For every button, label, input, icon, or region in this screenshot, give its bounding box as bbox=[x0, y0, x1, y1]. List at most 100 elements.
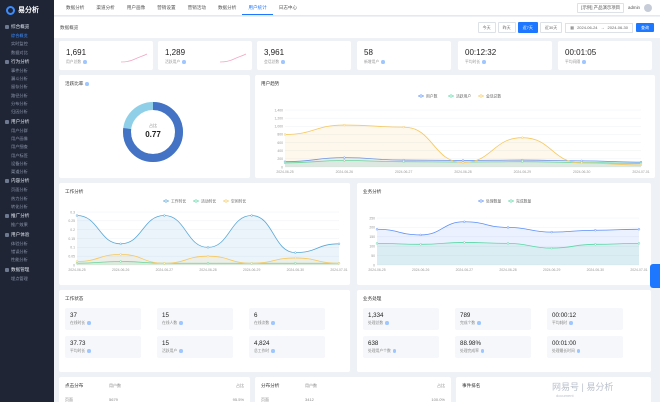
data-point[interactable] bbox=[294, 256, 297, 260]
data-point[interactable] bbox=[250, 262, 253, 265]
help-icon[interactable] bbox=[582, 60, 586, 64]
help-icon[interactable] bbox=[482, 60, 486, 64]
legend-item[interactable]: 完成数量 bbox=[508, 198, 531, 203]
data-point[interactable] bbox=[337, 262, 341, 265]
sidebar-item[interactable]: 错误分析 bbox=[0, 248, 54, 256]
data-point[interactable] bbox=[463, 241, 466, 244]
data-point[interactable] bbox=[402, 125, 405, 129]
sidebar-item[interactable]: 数据对比 bbox=[0, 49, 54, 57]
data-point[interactable] bbox=[521, 136, 524, 139]
data-point[interactable] bbox=[119, 242, 122, 245]
project-select[interactable]: [示例] 产品演示项目 bbox=[577, 2, 625, 13]
legend-item[interactable]: 用户数 bbox=[418, 93, 438, 98]
data-point[interactable] bbox=[594, 243, 597, 246]
query-button[interactable]: 查询 bbox=[636, 23, 654, 32]
data-point[interactable] bbox=[580, 161, 583, 165]
top-tab[interactable]: 营销活动 bbox=[182, 0, 212, 15]
data-point[interactable] bbox=[250, 214, 253, 217]
sidebar-item[interactable]: 事件分析 bbox=[0, 67, 54, 75]
help-icon[interactable] bbox=[87, 321, 91, 325]
range-chip[interactable]: 近30天 bbox=[539, 22, 563, 33]
data-point[interactable] bbox=[463, 220, 466, 223]
data-point[interactable] bbox=[119, 253, 122, 256]
help-icon[interactable] bbox=[271, 321, 275, 325]
data-point[interactable] bbox=[163, 214, 166, 217]
data-point[interactable] bbox=[206, 255, 210, 258]
sidebar-item[interactable]: 体验分析 bbox=[0, 240, 54, 248]
help-icon[interactable] bbox=[179, 321, 183, 325]
legend-item[interactable]: 活动时长 bbox=[193, 198, 216, 203]
sidebar-group[interactable]: 推广分析 bbox=[0, 211, 54, 221]
sidebar-group[interactable]: 用户体验 bbox=[0, 230, 54, 240]
legend-item[interactable]: 处理数量 bbox=[478, 198, 501, 203]
data-point[interactable] bbox=[343, 123, 346, 127]
sidebar-item[interactable]: 埋点管理 bbox=[0, 275, 54, 283]
help-icon[interactable] bbox=[576, 349, 581, 353]
sidebar-item[interactable]: 分布分析 bbox=[0, 100, 54, 108]
sidebar-group[interactable]: 数据管理 bbox=[0, 265, 54, 275]
data-point[interactable] bbox=[206, 246, 210, 249]
app-logo[interactable]: 易分析 bbox=[0, 0, 54, 20]
sidebar-group[interactable]: 综合概览 bbox=[0, 22, 54, 32]
top-tab[interactable]: 数据分析 bbox=[60, 0, 90, 15]
help-icon[interactable] bbox=[385, 321, 389, 325]
sidebar-item[interactable]: 性能分析 bbox=[0, 256, 54, 264]
sidebar-item[interactable]: 渠道分析 bbox=[0, 168, 54, 176]
sidebar-group[interactable]: 用户分析 bbox=[0, 117, 54, 127]
help-icon[interactable] bbox=[477, 321, 481, 325]
data-point[interactable] bbox=[550, 230, 553, 234]
sidebar-item[interactable]: 归因分析 bbox=[0, 108, 54, 116]
legend-item[interactable]: 工作时长 bbox=[163, 198, 186, 203]
data-point[interactable] bbox=[163, 262, 166, 265]
top-tab[interactable]: 营销设置 bbox=[151, 0, 181, 15]
top-tab[interactable]: 日志中心 bbox=[273, 0, 303, 15]
range-chip[interactable]: 今天 bbox=[477, 22, 496, 33]
data-point[interactable] bbox=[461, 161, 465, 164]
data-point[interactable] bbox=[550, 246, 553, 250]
legend-item[interactable]: 空闲时长 bbox=[223, 198, 246, 203]
data-point[interactable] bbox=[594, 229, 597, 232]
help-icon[interactable] bbox=[569, 321, 573, 325]
top-tab[interactable]: 渠道分析 bbox=[90, 0, 120, 15]
help-icon[interactable] bbox=[281, 60, 285, 64]
sidebar-item[interactable]: 实时监控 bbox=[0, 40, 54, 48]
sidebar-item[interactable]: 留存分析 bbox=[0, 83, 54, 91]
help-icon[interactable] bbox=[271, 349, 275, 353]
data-point[interactable] bbox=[419, 233, 422, 237]
top-tab[interactable]: 数据分析 bbox=[212, 0, 242, 15]
range-chip[interactable]: 近7天 bbox=[517, 22, 538, 33]
user-name[interactable]: admin bbox=[628, 5, 640, 10]
sidebar-item[interactable]: 漏斗分析 bbox=[0, 75, 54, 83]
sidebar-item[interactable]: 用户细查 bbox=[0, 143, 54, 151]
sidebar-group[interactable]: 内容分析 bbox=[0, 176, 54, 186]
sidebar-item[interactable]: 用户标签 bbox=[0, 152, 54, 160]
sidebar-item[interactable]: 综合概览 bbox=[0, 32, 54, 40]
sidebar-item[interactable]: 路径分析 bbox=[0, 92, 54, 100]
sidebar-item[interactable]: 转化分析 bbox=[0, 203, 54, 211]
legend-item[interactable]: 会话总数 bbox=[478, 93, 501, 98]
sidebar-group[interactable]: 行为分析 bbox=[0, 57, 54, 67]
data-point[interactable] bbox=[506, 226, 510, 229]
data-point[interactable] bbox=[75, 260, 79, 263]
sidebar-item[interactable]: 用户分群 bbox=[0, 127, 54, 135]
help-icon[interactable] bbox=[392, 349, 397, 353]
avatar[interactable] bbox=[644, 3, 652, 12]
sidebar-item[interactable]: 页面分析 bbox=[0, 186, 54, 194]
help-icon[interactable] bbox=[87, 349, 91, 353]
data-point[interactable] bbox=[283, 133, 287, 136]
data-point[interactable] bbox=[375, 228, 379, 231]
help-icon[interactable] bbox=[381, 60, 385, 64]
date-range-picker[interactable]: ▦ 2024-06-24 → 2024-06-30 bbox=[565, 22, 633, 33]
sidebar-item[interactable]: 用户画像 bbox=[0, 135, 54, 143]
help-icon[interactable] bbox=[480, 349, 485, 353]
data-point[interactable] bbox=[639, 163, 643, 167]
data-point[interactable] bbox=[506, 242, 510, 245]
data-point[interactable] bbox=[637, 242, 641, 245]
help-icon[interactable] bbox=[179, 349, 183, 353]
help-icon[interactable] bbox=[182, 60, 186, 64]
data-point[interactable] bbox=[75, 214, 79, 217]
top-tab[interactable]: 用户画像 bbox=[121, 0, 151, 15]
sidebar-item[interactable]: 推广效果 bbox=[0, 221, 54, 229]
range-chip[interactable]: 昨天 bbox=[497, 22, 516, 33]
sidebar-item[interactable]: 热力分析 bbox=[0, 195, 54, 203]
